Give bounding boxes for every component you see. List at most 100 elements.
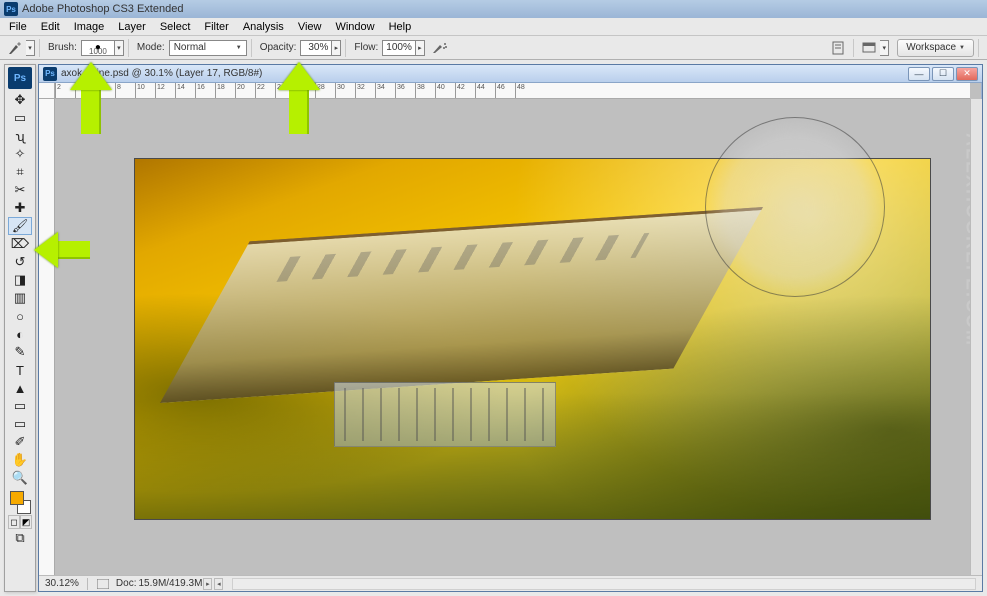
scroll-left[interactable]: ◂: [214, 578, 223, 590]
opacity-dropdown[interactable]: ▸: [332, 40, 341, 56]
screen-mode-icon[interactable]: [858, 39, 880, 57]
gradient-tool[interactable]: ▥: [8, 289, 32, 307]
type-tool[interactable]: T: [8, 361, 32, 379]
opacity-value: 30%: [308, 42, 328, 53]
slice-tool[interactable]: ✂: [8, 181, 32, 199]
doc-info: 15.9M/419.3M: [138, 578, 202, 589]
doc-info-label: Doc:: [116, 578, 137, 589]
separator: [853, 39, 854, 57]
separator: [345, 39, 346, 57]
quick-mask-toggle[interactable]: ◻ ◩: [8, 515, 32, 529]
separator: [39, 39, 40, 57]
standard-mode-icon[interactable]: ◻: [8, 515, 20, 529]
flow-dropdown[interactable]: ▸: [416, 40, 425, 56]
flow-value: 100%: [386, 42, 412, 53]
doc-info-icon[interactable]: [827, 39, 849, 57]
quick-mask-icon[interactable]: ◩: [20, 515, 32, 529]
brush-label: Brush:: [48, 42, 77, 53]
status-bar: 30.12% Doc: 15.9M/419.3M ▸ ◂: [39, 575, 982, 591]
menu-view[interactable]: View: [291, 21, 329, 33]
flow-label: Flow:: [354, 42, 378, 53]
document-title: axok....rine.psd @ 30.1% (Layer 17, RGB/…: [61, 68, 262, 79]
brush-tool[interactable]: 🖌: [8, 217, 32, 235]
workspace: Ps ✥▭ʯ✧⌗✂✚🖌⌦↺◨▥○◐✎T▲▭▭✐✋🔍 ◻ ◩ ⧉ Ps axok.…: [0, 60, 987, 596]
tool-palette: Ps ✥▭ʯ✧⌗✂✚🖌⌦↺◨▥○◐✎T▲▭▭✐✋🔍 ◻ ◩ ⧉: [4, 64, 36, 592]
zoom-tool[interactable]: 🔍: [8, 469, 32, 487]
ruler-vertical[interactable]: [39, 99, 55, 575]
scrollbar-vertical[interactable]: [970, 99, 982, 575]
opacity-input[interactable]: 30%: [300, 40, 332, 56]
menu-image[interactable]: Image: [67, 21, 112, 33]
color-swatch[interactable]: [8, 489, 32, 515]
brush-dropdown[interactable]: ▾: [115, 40, 124, 56]
path-select-tool[interactable]: ▲: [8, 379, 32, 397]
ruler-origin[interactable]: [39, 83, 55, 99]
minimize-button[interactable]: —: [908, 67, 930, 81]
menu-analysis[interactable]: Analysis: [236, 21, 291, 33]
current-tool-icon[interactable]: [4, 39, 26, 57]
menu-edit[interactable]: Edit: [34, 21, 67, 33]
crop-tool[interactable]: ⌗: [8, 163, 32, 181]
canvas-area[interactable]: ALEXHOGREFE.COM: [55, 99, 970, 575]
close-button[interactable]: ✕: [956, 67, 978, 81]
marquee-tool[interactable]: ▭: [8, 109, 32, 127]
separator: [978, 39, 979, 57]
history-brush-tool[interactable]: ↺: [8, 253, 32, 271]
app-title: Adobe Photoshop CS3 Extended: [22, 3, 183, 15]
document-area: Ps axok....rine.psd @ 30.1% (Layer 17, R…: [36, 60, 987, 596]
document-title-bar[interactable]: Ps axok....rine.psd @ 30.1% (Layer 17, R…: [39, 65, 982, 83]
lasso-tool[interactable]: ʯ: [8, 127, 32, 145]
stamp-tool[interactable]: ⌦: [8, 235, 32, 253]
opacity-label: Opacity:: [260, 42, 297, 53]
screen-mode-switch[interactable]: ⧉: [8, 529, 32, 547]
ruler-horizontal[interactable]: 2468101214161820222426283032343638404244…: [55, 83, 970, 99]
scrollbar-horizontal[interactable]: [232, 578, 976, 590]
foreground-color[interactable]: [10, 491, 24, 505]
workspace-label: Workspace: [906, 42, 956, 53]
app-logo-icon: Ps: [4, 2, 18, 16]
healing-tool[interactable]: ✚: [8, 199, 32, 217]
menu-window[interactable]: Window: [328, 21, 381, 33]
chevron-down-icon: ▼: [236, 45, 242, 51]
eraser-tool[interactable]: ◨: [8, 271, 32, 289]
separator: [87, 578, 88, 590]
mode-value: Normal: [174, 42, 206, 53]
menu-bar: File Edit Image Layer Select Filter Anal…: [0, 18, 987, 36]
watermark: ALEXHOGREFE.COM: [962, 133, 971, 347]
menu-layer[interactable]: Layer: [111, 21, 153, 33]
pen-tool[interactable]: ✎: [8, 343, 32, 361]
chevron-down-icon: ▼: [959, 45, 965, 51]
dodge-tool[interactable]: ◐: [8, 325, 32, 343]
notes-tool[interactable]: ▭: [8, 415, 32, 433]
eyedropper-tool[interactable]: ✐: [8, 433, 32, 451]
maximize-button[interactable]: ☐: [932, 67, 954, 81]
blur-tool[interactable]: ○: [8, 307, 32, 325]
title-bar: Ps Adobe Photoshop CS3 Extended: [0, 0, 987, 18]
menu-select[interactable]: Select: [153, 21, 198, 33]
menu-filter[interactable]: Filter: [197, 21, 235, 33]
mode-label: Mode:: [137, 42, 165, 53]
airbrush-icon[interactable]: [429, 39, 451, 57]
shape-tool[interactable]: ▭: [8, 397, 32, 415]
magic-wand-tool[interactable]: ✧: [8, 145, 32, 163]
brush-preview[interactable]: ● 1000: [81, 40, 115, 56]
info-dropdown[interactable]: ▸: [203, 578, 212, 590]
flow-input[interactable]: 100%: [382, 40, 416, 56]
screen-mode-dropdown[interactable]: ▾: [880, 40, 889, 56]
mode-select[interactable]: Normal ▼: [169, 40, 247, 56]
document-window: Ps axok....rine.psd @ 30.1% (Layer 17, R…: [38, 64, 983, 592]
move-tool[interactable]: ✥: [8, 91, 32, 109]
zoom-level[interactable]: 30.12%: [45, 578, 79, 589]
options-bar: ▾ Brush: ● 1000 ▾ Mode: Normal ▼ Opacity…: [0, 36, 987, 60]
separator: [251, 39, 252, 57]
menu-help[interactable]: Help: [382, 21, 419, 33]
menu-file[interactable]: File: [2, 21, 34, 33]
separator: [128, 39, 129, 57]
workspace-button[interactable]: Workspace ▼: [897, 39, 974, 57]
doc-info-icon[interactable]: [96, 578, 110, 590]
canvas-balcony: [334, 382, 557, 447]
app-badge-icon: Ps: [8, 67, 32, 89]
brush-size: 1000: [82, 47, 114, 56]
hand-tool[interactable]: ✋: [8, 451, 32, 469]
tool-preset-dropdown[interactable]: ▾: [26, 40, 35, 56]
